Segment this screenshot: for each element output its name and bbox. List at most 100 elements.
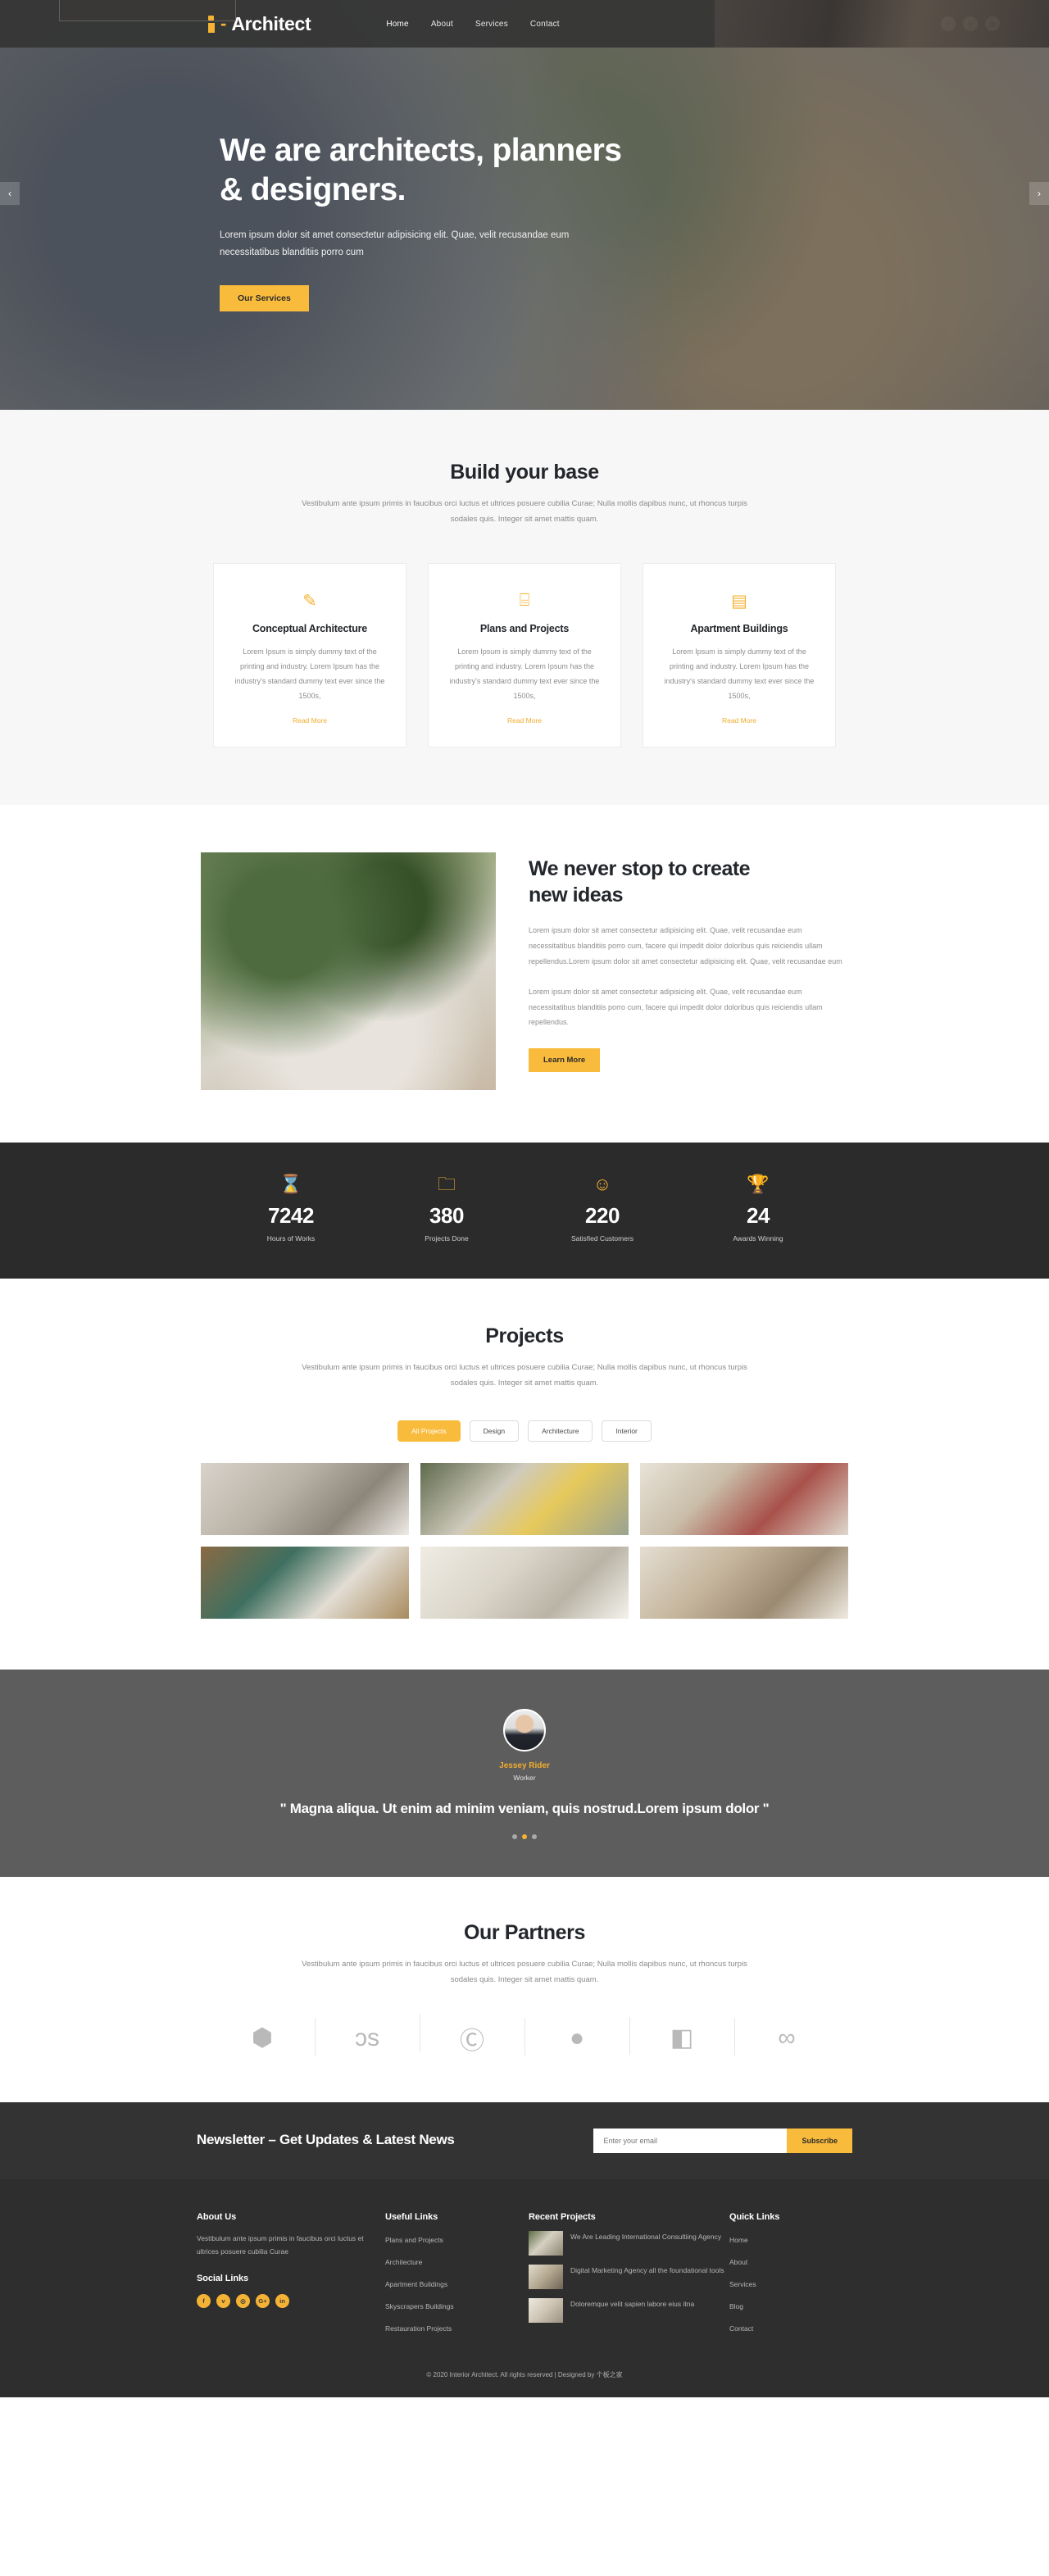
email-input[interactable]: [593, 2128, 788, 2153]
project-thumb-lounge[interactable]: [640, 1463, 848, 1535]
section-title: Build your base: [450, 461, 599, 484]
filter-all-projects[interactable]: All Projects: [397, 1420, 461, 1442]
useful-link-restauration[interactable]: Restauration Projects: [385, 2324, 452, 2333]
quick-link-about[interactable]: About: [729, 2258, 747, 2266]
service-card-title: Apartment Buildings: [690, 623, 788, 634]
recent-project-thumb: [529, 2230, 563, 2256]
pagination-dot-2[interactable]: [522, 1833, 527, 1839]
hero-content: We are architects, planners & designers.…: [220, 131, 679, 311]
read-more-link[interactable]: Read More: [507, 716, 542, 725]
hero-prev-arrow[interactable]: ‹: [0, 182, 20, 205]
loop-logo-icon[interactable]: ∞: [734, 2017, 839, 2056]
nav-item-home[interactable]: Home: [386, 20, 408, 29]
filter-architecture[interactable]: Architecture: [528, 1420, 593, 1442]
ideas-heading-line1: We never stop to create: [529, 857, 751, 880]
diamond-logo-icon[interactable]: ⬢: [210, 2024, 315, 2052]
hero-slider: ‹ › We are architects, planners & design…: [0, 0, 1049, 410]
main-nav: Home About Services Contact: [386, 20, 559, 29]
newsletter-form: Subscribe: [593, 2128, 852, 2153]
section-title: Our Partners: [463, 1920, 586, 1944]
list-item: Blog: [729, 2298, 852, 2313]
site-footer: About Us Vestibulum ante ipsum primis in…: [0, 2178, 1049, 2397]
page-root: - Architect Home About Services Contact …: [0, 0, 1049, 2397]
service-card[interactable]: ✎ Conceptual Architecture Lorem Ipsum is…: [213, 563, 406, 747]
list-item: Apartment Buildings: [385, 2276, 529, 2291]
trophy-icon: 🏆: [747, 1174, 770, 1194]
footer-useful-links-column: Useful Links Plans and Projects Architec…: [385, 2212, 529, 2342]
brand-name: Architect: [231, 12, 311, 34]
useful-link-skyscrapers[interactable]: Skyscrapers Buildings: [385, 2302, 454, 2310]
ideas-heading: We never stop to create new ideas: [529, 856, 848, 908]
our-services-button[interactable]: Our Services: [220, 284, 309, 311]
list-item: About: [729, 2254, 852, 2269]
read-more-link[interactable]: Read More: [293, 716, 327, 725]
project-thumb-kitchen[interactable]: [201, 1463, 409, 1535]
folder-icon: 🗀: [437, 1174, 456, 1194]
instagram-icon[interactable]: ◎: [236, 2293, 250, 2308]
footer-column-title: Recent Projects: [529, 2211, 596, 2222]
project-thumb-living-room[interactable]: [420, 1463, 629, 1535]
footer-about-column: About Us Vestibulum ante ipsum primis in…: [197, 2212, 385, 2342]
list-item: Home: [729, 2232, 852, 2247]
filter-design[interactable]: Design: [469, 1420, 520, 1442]
service-card[interactable]: ▤ Apartment Buildings Lorem Ipsum is sim…: [643, 563, 836, 747]
recent-project-item[interactable]: Digital Marketing Agency all the foundat…: [529, 2264, 729, 2289]
testimonial-section: Jessey Rider Worker " Magna aliqua. Ut e…: [0, 1670, 1049, 1877]
project-thumb-bathroom[interactable]: [201, 1547, 409, 1619]
drupal-logo-icon[interactable]: ●: [524, 2017, 629, 2056]
subscribe-button[interactable]: Subscribe: [787, 2128, 852, 2153]
stat-item: 🗀 380 Projects Done: [369, 1175, 524, 1243]
useful-link-architecture[interactable]: Architecture: [385, 2258, 422, 2266]
stat-label: Projects Done: [425, 1234, 469, 1243]
useful-link-plans[interactable]: Plans and Projects: [385, 2236, 443, 2244]
stat-value: 380: [429, 1203, 464, 1228]
learn-more-button[interactable]: Learn More: [529, 1048, 601, 1073]
hero-heading: We are architects, planners & designers.: [220, 131, 679, 209]
stat-value: 7242: [268, 1203, 314, 1228]
project-thumb-dining[interactable]: [420, 1547, 629, 1619]
quick-link-services[interactable]: Services: [729, 2280, 756, 2288]
partners-section: Our Partners Vestibulum ante ipsum primi…: [0, 1876, 1049, 2102]
hero-heading-line1: We are architects, planners: [220, 133, 622, 168]
paintbrush-icon: ✎: [302, 591, 317, 611]
hourglass-icon: ⌛: [279, 1174, 302, 1194]
c-logo-icon[interactable]: Ⓒ: [420, 2013, 524, 2056]
footer-social-links: f ᴠ ◎ G+ in: [197, 2293, 385, 2308]
twitter-icon[interactable]: ᴠ: [216, 2293, 230, 2308]
recent-project-item[interactable]: Doloremque velit sapien labore eius itna: [529, 2297, 729, 2323]
nav-item-about[interactable]: About: [431, 20, 453, 29]
project-thumb-kitchen-2[interactable]: [640, 1547, 848, 1619]
lastfm-logo-icon[interactable]: ɔs: [315, 2017, 420, 2056]
google-plus-icon[interactable]: G+: [256, 2293, 270, 2308]
section-subtitle: Vestibulum ante ipsum primis in faucibus…: [302, 1363, 747, 1388]
quick-links-list: Home About Services Blog Contact: [729, 2232, 852, 2335]
ideas-image: [201, 852, 496, 1090]
quick-link-blog[interactable]: Blog: [729, 2302, 743, 2310]
pagination-dot-1[interactable]: [512, 1833, 517, 1839]
nav-item-services[interactable]: Services: [475, 20, 508, 29]
hero-next-arrow[interactable]: ›: [1029, 182, 1049, 205]
footer-quick-links-column: Quick Links Home About Services Blog Con…: [729, 2212, 852, 2342]
list-item: Plans and Projects: [385, 2232, 529, 2247]
stat-item: ⌛ 7242 Hours of Works: [213, 1175, 369, 1243]
joomla-logo-icon[interactable]: ◧: [629, 2017, 734, 2055]
read-more-link[interactable]: Read More: [722, 716, 756, 725]
linkedin-icon[interactable]: in: [275, 2293, 289, 2308]
project-filter-tabs: All Projects Design Architecture Interio…: [0, 1420, 1049, 1442]
service-card-text: Lorem Ipsum is simply dummy text of the …: [234, 647, 385, 700]
useful-link-apartment[interactable]: Apartment Buildings: [385, 2280, 447, 2288]
testimonial-quote: " Magna aliqua. Ut enim ad minim veniam,…: [279, 1801, 770, 1816]
smiley-icon: ☺: [593, 1174, 612, 1194]
recent-project-title: Doloremque velit sapien labore eius itna: [570, 2299, 695, 2308]
ideas-text-block: We never stop to create new ideas Lorem …: [529, 852, 848, 1073]
stat-label: Satisfied Customers: [570, 1234, 634, 1243]
nav-item-contact[interactable]: Contact: [530, 20, 560, 29]
recent-project-item[interactable]: We Are Leading International Consultiing…: [529, 2230, 729, 2256]
service-card[interactable]: ⌸ Plans and Projects Lorem Ipsum is simp…: [428, 563, 621, 747]
pagination-dot-3[interactable]: [532, 1833, 537, 1839]
facebook-icon[interactable]: f: [197, 2293, 211, 2308]
quick-link-home[interactable]: Home: [729, 2236, 748, 2244]
list-item: Services: [729, 2276, 852, 2291]
quick-link-contact[interactable]: Contact: [729, 2324, 753, 2333]
filter-interior[interactable]: Interior: [602, 1420, 652, 1442]
